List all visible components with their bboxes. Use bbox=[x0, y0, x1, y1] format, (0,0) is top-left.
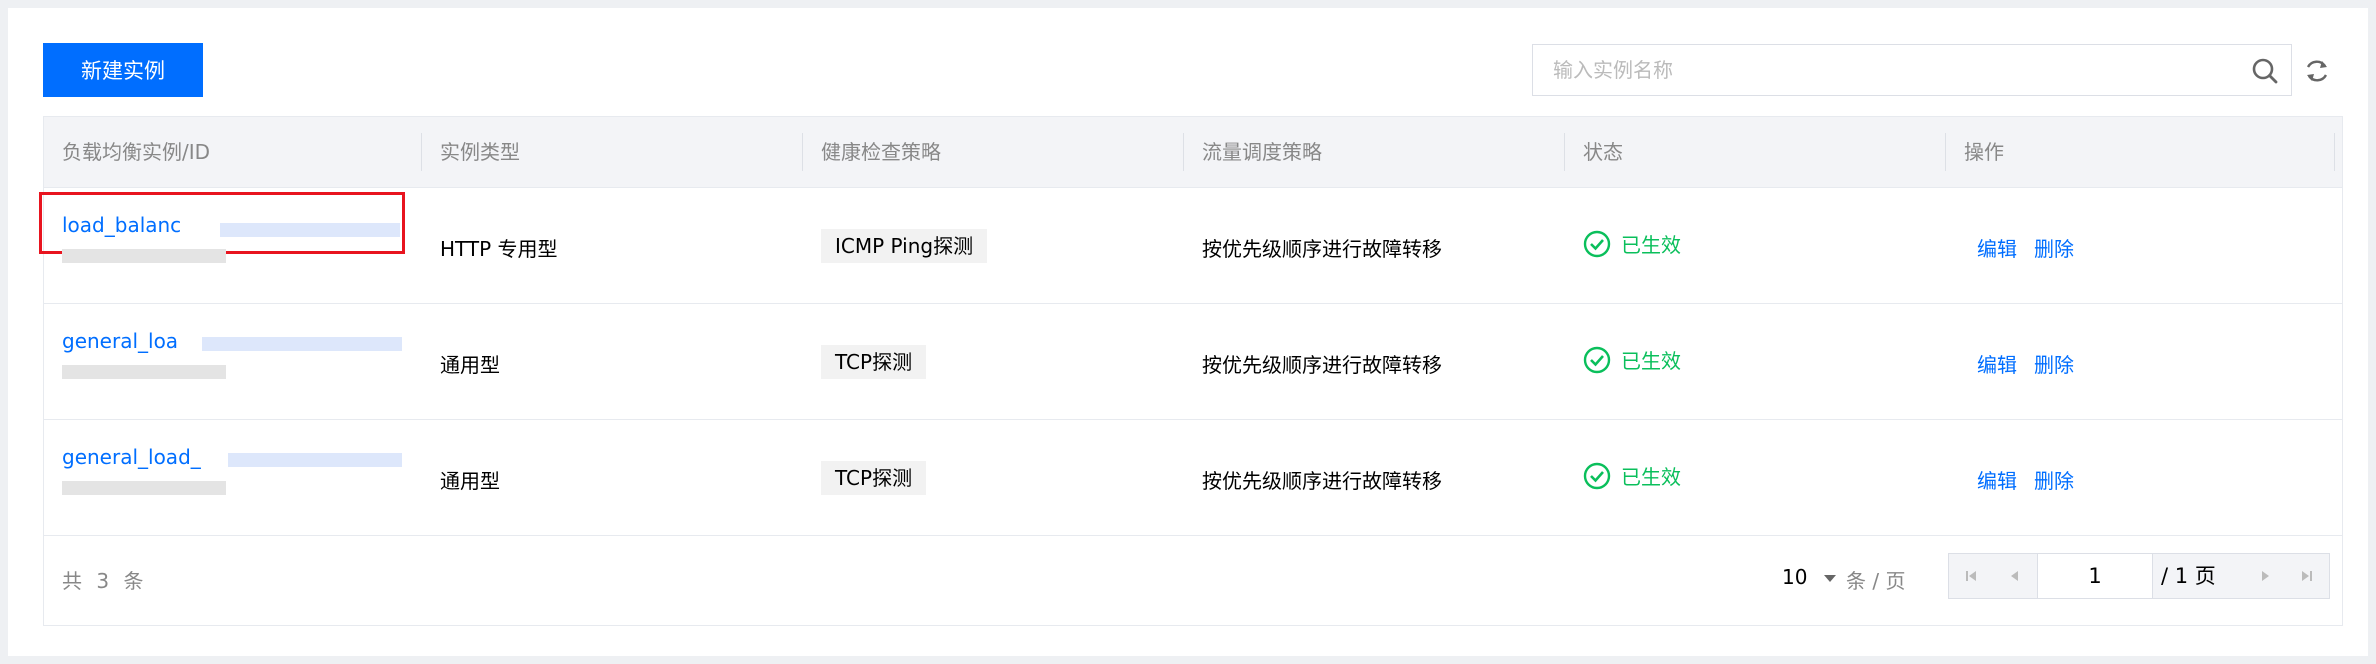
health-check-tag: TCP探测 bbox=[821, 345, 927, 379]
search-placeholder: 输入实例名称 bbox=[1553, 58, 1673, 82]
table-row: general_load_ 通用型 TCP探测 按优先级顺序进行故障转移 已生效… bbox=[44, 419, 2342, 536]
table-footer: 共 3 条 10 条 / 页 1 / 1 页 bbox=[44, 535, 2342, 627]
edit-link[interactable]: 编辑 bbox=[1977, 233, 2017, 262]
prev-page-icon[interactable] bbox=[1993, 554, 2037, 598]
page-size-value: 10 bbox=[1782, 565, 1808, 589]
new-instance-button[interactable]: 新建实例 bbox=[43, 43, 203, 97]
refresh-icon[interactable] bbox=[2302, 56, 2332, 86]
edit-link[interactable]: 编辑 bbox=[1977, 349, 2017, 378]
status-text: 已生效 bbox=[1621, 465, 1681, 489]
status-badge: 已生效 bbox=[1583, 229, 1681, 258]
search-input[interactable]: 输入实例名称 bbox=[1532, 44, 2292, 96]
table-row: load_balanc HTTP 专用型 ICMP Ping探测 按优先级顺序进… bbox=[39, 187, 2342, 304]
total-pages: / 1 页 bbox=[2161, 564, 2216, 588]
table-header: 负载均衡实例/ID 实例类型 健康检查策略 流量调度策略 状态 操作 bbox=[44, 117, 2342, 188]
table-row: general_loa 通用型 TCP探测 按优先级顺序进行故障转移 已生效 编… bbox=[44, 303, 2342, 420]
instance-type: 通用型 bbox=[440, 353, 500, 377]
edit-link[interactable]: 编辑 bbox=[1977, 465, 2017, 494]
status-text: 已生效 bbox=[1621, 349, 1681, 373]
page-number-input[interactable]: 1 bbox=[2037, 554, 2153, 598]
search-icon[interactable] bbox=[2251, 57, 2279, 85]
caret-down-icon bbox=[1823, 575, 1836, 582]
status-badge: 已生效 bbox=[1583, 461, 1681, 490]
instance-name-link[interactable]: general_load_ bbox=[62, 445, 201, 469]
instance-type: HTTP 专用型 bbox=[440, 237, 558, 261]
redacted-id bbox=[228, 453, 402, 467]
traffic-policy: 按优先级顺序进行故障转移 bbox=[1202, 353, 1442, 377]
col-instance-id: 负载均衡实例/ID bbox=[62, 140, 211, 164]
col-traffic-policy: 流量调度策略 bbox=[1202, 140, 1322, 164]
instance-type: 通用型 bbox=[440, 469, 500, 493]
status-text: 已生效 bbox=[1621, 233, 1681, 257]
check-circle-icon bbox=[1583, 346, 1611, 373]
main-panel: 新建实例 输入实例名称 负载均衡实例/ID 实例类型 健康检查策略 流量调度策略… bbox=[8, 8, 2368, 656]
instance-name-link[interactable]: general_loa bbox=[62, 329, 178, 353]
total-count: 共 3 条 bbox=[62, 569, 148, 593]
page-size-select[interactable]: 10 bbox=[1782, 565, 1838, 589]
redacted-id bbox=[62, 249, 226, 263]
next-page-icon[interactable] bbox=[2243, 554, 2287, 598]
pagination: 1 / 1 页 bbox=[1948, 553, 2330, 599]
check-circle-icon bbox=[1583, 462, 1611, 489]
redacted-id bbox=[62, 365, 226, 379]
delete-link[interactable]: 删除 bbox=[2034, 349, 2074, 378]
instance-table: 负载均衡实例/ID 实例类型 健康检查策略 流量调度策略 状态 操作 load_… bbox=[39, 116, 2343, 627]
instance-name-link[interactable]: load_balanc bbox=[62, 213, 181, 237]
status-badge: 已生效 bbox=[1583, 345, 1681, 374]
health-check-tag: TCP探测 bbox=[821, 461, 927, 495]
last-page-icon[interactable] bbox=[2285, 554, 2329, 598]
col-status: 状态 bbox=[1583, 140, 1623, 164]
health-check-tag: ICMP Ping探测 bbox=[821, 229, 988, 263]
redacted-id bbox=[202, 337, 402, 351]
col-actions: 操作 bbox=[1964, 140, 2004, 164]
col-health-check: 健康检查策略 bbox=[821, 140, 941, 164]
page-size-unit: 条 / 页 bbox=[1846, 569, 1906, 593]
redacted-id bbox=[62, 481, 226, 495]
col-instance-type: 实例类型 bbox=[440, 140, 520, 164]
traffic-policy: 按优先级顺序进行故障转移 bbox=[1202, 469, 1442, 493]
redacted-id bbox=[220, 223, 400, 237]
first-page-icon[interactable] bbox=[1949, 554, 1993, 598]
traffic-policy: 按优先级顺序进行故障转移 bbox=[1202, 237, 1442, 261]
delete-link[interactable]: 删除 bbox=[2034, 465, 2074, 494]
check-circle-icon bbox=[1583, 230, 1611, 257]
delete-link[interactable]: 删除 bbox=[2034, 233, 2074, 262]
